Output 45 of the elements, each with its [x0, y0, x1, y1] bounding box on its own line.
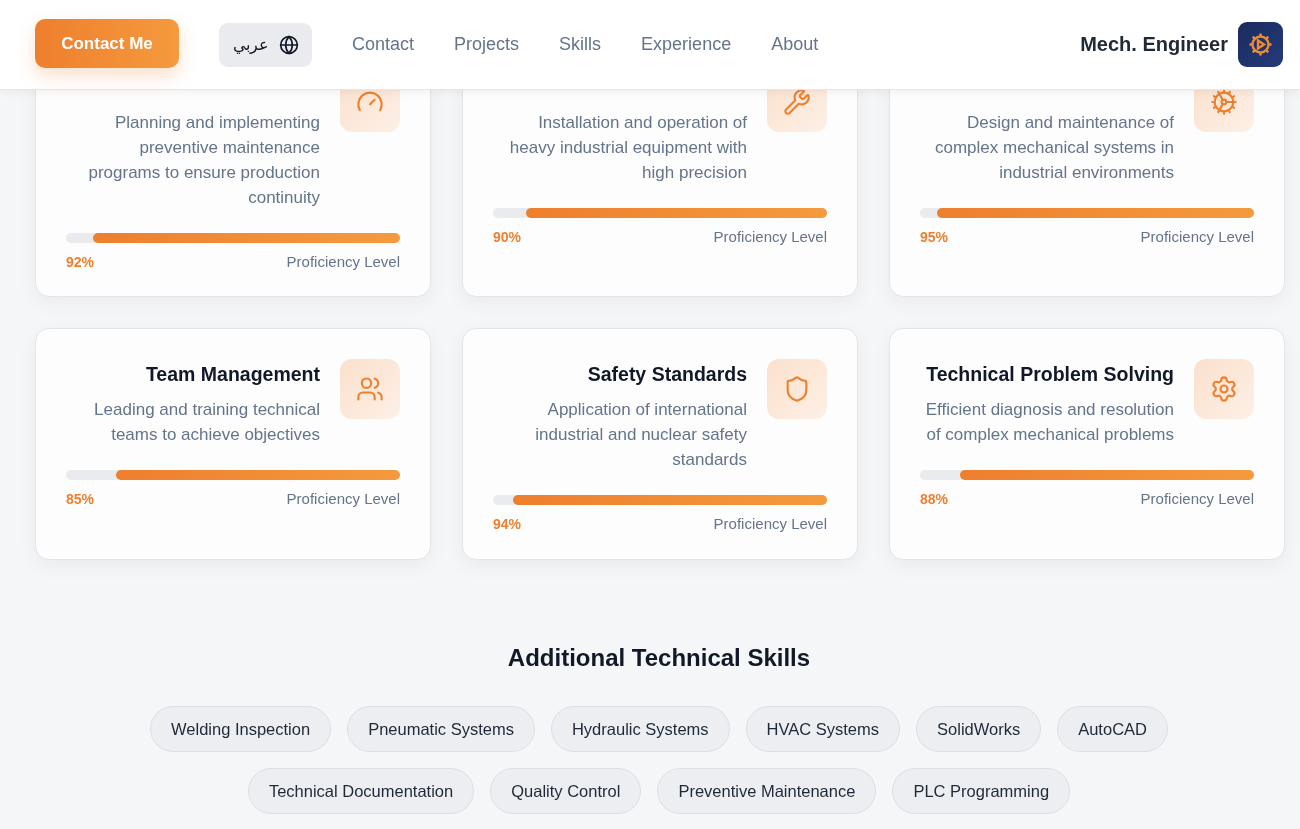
proficiency-percent: 95%	[920, 228, 949, 245]
nav-link[interactable]: Skills	[539, 34, 622, 55]
skill-tag: AutoCAD	[1057, 706, 1168, 752]
users-icon	[340, 359, 400, 419]
globe-icon	[278, 34, 299, 55]
proficiency-caption: Proficiency Level	[713, 515, 827, 532]
skill-tag: HVAC Systems	[745, 706, 901, 752]
proficiency-percent: 90%	[493, 228, 522, 245]
nav-link[interactable]: Experience	[621, 34, 752, 55]
skill-tag: Technical Documentation	[247, 768, 475, 814]
proficiency-caption: Proficiency Level	[286, 253, 400, 270]
nav-link[interactable]: Projects	[434, 34, 540, 55]
skill-description: Leading and training technical teams to achieve objectives	[93, 399, 320, 446]
proficiency-percent: 85%	[66, 490, 95, 507]
skill-title: Team Management	[144, 362, 320, 387]
proficiency-caption: Proficiency Level	[1140, 228, 1254, 245]
skill-description: Application of international industrial and nuclear safety standards	[534, 399, 747, 471]
proficiency-caption: Proficiency Level	[1140, 490, 1254, 507]
proficiency-caption: Proficiency Level	[713, 228, 827, 245]
proficiency-caption: Proficiency Level	[286, 490, 400, 507]
section-heading: Additional Technical Skills	[507, 644, 811, 672]
brand-name: Mech. Engineer	[1080, 33, 1228, 56]
skill-description: Efficient diagnosis and resolution of complex mechanical problems	[924, 399, 1174, 446]
gear-logo-icon	[1238, 22, 1283, 67]
proficiency-percent: 94%	[493, 515, 522, 532]
skill-tag: SolidWorks	[916, 706, 1042, 752]
nav-link[interactable]: About	[751, 34, 839, 55]
contact-me-button[interactable]: Contact Me	[35, 19, 179, 68]
proficiency-percent: 88%	[920, 490, 949, 507]
skill-tag: Hydraulic Systems	[550, 706, 730, 752]
gear-icon	[1194, 359, 1254, 419]
skill-tag: Quality Control	[490, 768, 642, 814]
nav-link[interactable]: Contact	[332, 34, 435, 55]
skill-tag: PLC Programming	[892, 768, 1071, 814]
skill-description: Installation and operation of heavy industrial equipment with high precision	[508, 112, 747, 184]
skill-description: Design and maintenance of complex mechanical systems in industrial environments	[933, 112, 1174, 184]
skill-description: Planning and implementing preventive maintenance programs to ensure production continuity	[87, 112, 320, 209]
skill-tag: Welding Inspection	[150, 706, 332, 752]
skill-tag: Pneumatic Systems	[347, 706, 535, 752]
skill-tag: Preventive Maintenance	[657, 768, 877, 814]
proficiency-percent: 92%	[66, 253, 95, 270]
language-button[interactable]: عربي	[219, 22, 312, 67]
shield-icon	[767, 359, 827, 419]
skill-title: Safety Standards	[586, 362, 747, 387]
skill-title: Technical Problem Solving	[925, 362, 1174, 387]
